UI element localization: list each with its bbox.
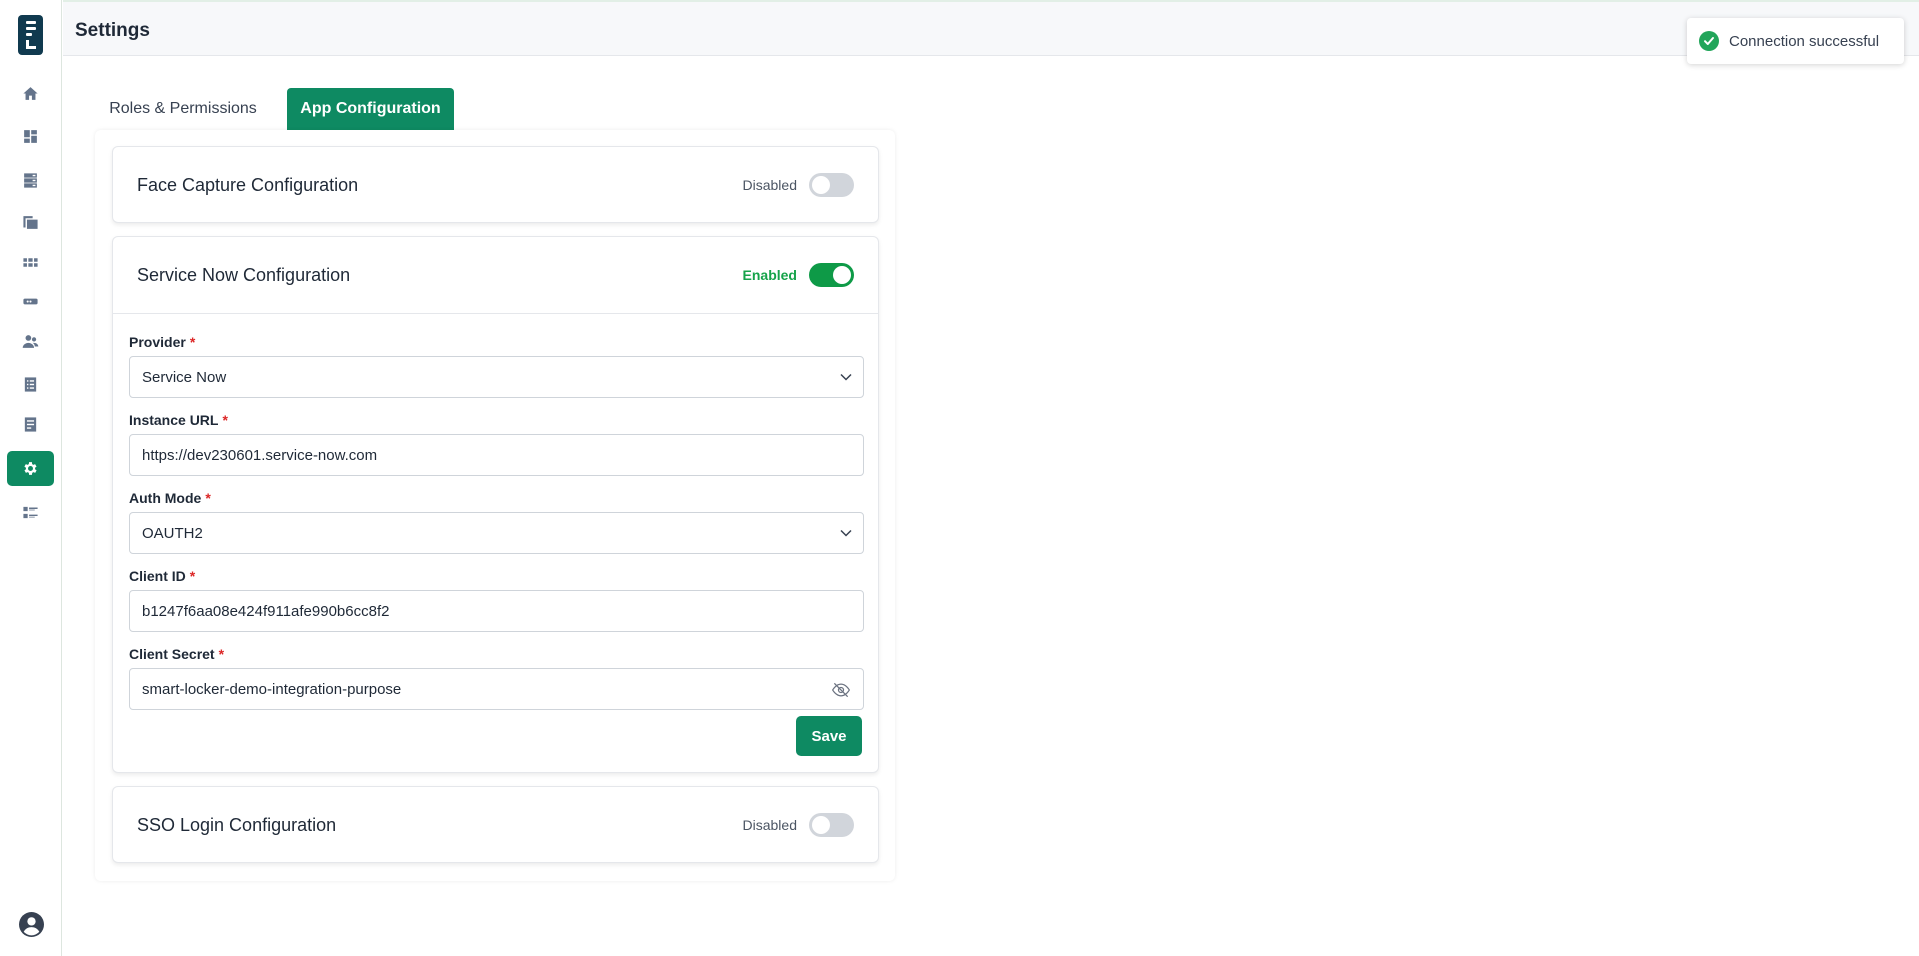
client-id-input[interactable]: b1247f6aa08e424f911afe990b6cc8f2 — [129, 590, 864, 632]
provider-value: Service Now — [142, 368, 227, 386]
provider-field: Provider * Service Now — [129, 334, 864, 398]
page-title: Settings — [75, 20, 150, 41]
client-secret-input[interactable]: smart-locker-demo-integration-purpose — [129, 668, 864, 710]
instance-url-field: Instance URL * https://dev230601.service-… — [129, 412, 864, 476]
client-secret-label: Client Secret * — [129, 646, 862, 662]
check-mark — [1704, 37, 1714, 45]
sidebar-item-grid[interactable] — [7, 245, 54, 280]
client-secret-label-text: Client Secret — [129, 646, 215, 662]
service-now-status: Enabled — [742, 267, 797, 283]
chevron-down-icon — [840, 373, 852, 381]
required-marker: * — [218, 646, 225, 662]
required-marker: * — [222, 412, 228, 428]
client-secret-value: smart-locker-demo-integration-purpose — [142, 680, 402, 698]
instance-url-label-text: Instance URL — [129, 412, 219, 428]
client-secret-field: Client Secret * smart-locker-demo-integra… — [129, 646, 864, 710]
provider-label-text: Provider — [129, 334, 186, 350]
face-capture-toggle-group: Disabled — [743, 173, 854, 197]
service-now-card: Service Now Configuration Enabled Provid… — [112, 236, 879, 773]
client-id-label: Client ID * — [129, 568, 862, 584]
sidebar-item-users[interactable] — [7, 324, 54, 359]
sidebar-item-dashboard[interactable] — [7, 119, 54, 154]
user-circle-icon — [19, 912, 44, 937]
required-marker: * — [205, 490, 211, 506]
face-capture-title: Face Capture Configuration — [137, 174, 359, 195]
sidebar — [0, 0, 62, 956]
dashboard-icon — [24, 130, 37, 143]
users-icon — [22, 335, 39, 348]
client-id-value: b1247f6aa08e424f911afe990b6cc8f2 — [142, 602, 390, 620]
service-now-toggle-group: Enabled — [743, 263, 854, 287]
tab-roles-permissions[interactable]: Roles & Permissions — [98, 88, 268, 130]
auth-mode-label: Auth Mode * — [129, 490, 862, 506]
provider-label: Provider * — [129, 334, 862, 350]
checklist-icon — [23, 506, 38, 519]
sidebar-item-checklist[interactable] — [7, 495, 54, 530]
sso-title: SSO Login Configuration — [137, 814, 337, 835]
profile-avatar[interactable] — [19, 912, 44, 937]
auth-mode-select[interactable]: OAUTH2 — [129, 512, 864, 554]
client-id-field: Client ID * b1247f6aa08e424f911afe990b6cc… — [129, 568, 864, 632]
top-header: Settings — [63, 0, 1919, 56]
face-capture-header: Face Capture Configuration Disabled — [113, 147, 878, 223]
service-now-header: Service Now Configuration Enabled — [113, 237, 878, 313]
logo-bar — [25, 21, 36, 24]
success-toast: Connection successful — [1687, 18, 1904, 64]
required-marker: * — [189, 334, 196, 350]
save-button[interactable]: Save — [796, 716, 862, 756]
auth-mode-label-text: Auth Mode — [129, 490, 202, 506]
home-icon — [23, 87, 38, 100]
face-capture-status: Disabled — [742, 177, 797, 193]
instance-url-label: Instance URL * — [129, 412, 862, 428]
instance-url-input[interactable]: https://dev230601.service-now.com — [129, 434, 864, 476]
toast-message: Connection successful — [1729, 32, 1880, 50]
sso-status: Disabled — [742, 817, 797, 833]
logo-letter — [25, 40, 36, 49]
sidebar-item-list[interactable] — [7, 367, 54, 402]
sso-toggle-group: Disabled — [743, 813, 854, 837]
grid-icon — [23, 258, 38, 267]
eye-off-icon[interactable] — [831, 680, 851, 700]
face-capture-card: Face Capture Configuration Disabled — [112, 146, 879, 223]
service-now-toggle[interactable] — [809, 263, 854, 287]
devices-icon — [23, 216, 38, 229]
check-circle-icon — [1699, 31, 1719, 51]
sidebar-item-home[interactable] — [7, 76, 54, 111]
service-now-form: Provider * Service Now Instance URL * http… — [113, 313, 878, 772]
instance-url-value: https://dev230601.service-now.com — [142, 446, 378, 464]
auth-mode-value: OAUTH2 — [142, 524, 203, 542]
logo-bar — [26, 33, 32, 36]
locker-icon — [24, 173, 37, 188]
sso-card: SSO Login Configuration Disabled — [112, 786, 879, 863]
logo-bar — [25, 27, 36, 30]
sidebar-item-reports[interactable] — [7, 407, 54, 442]
report-icon — [24, 417, 37, 432]
tab-app-configuration[interactable]: App Configuration — [287, 88, 454, 130]
face-capture-toggle[interactable] — [809, 173, 854, 197]
list-icon — [24, 377, 37, 392]
sidebar-item-cards[interactable] — [7, 284, 54, 319]
sso-toggle[interactable] — [809, 813, 854, 837]
sso-header: SSO Login Configuration Disabled — [113, 787, 878, 863]
app-logo[interactable] — [18, 15, 43, 55]
sidebar-item-devices[interactable] — [7, 205, 54, 240]
client-id-label-text: Client ID — [129, 568, 186, 584]
sidebar-item-settings[interactable] — [7, 451, 54, 486]
required-marker: * — [189, 568, 196, 584]
service-now-title: Service Now Configuration — [137, 264, 351, 285]
sidebar-item-lockers[interactable] — [7, 163, 54, 198]
chevron-down-icon — [840, 529, 852, 537]
card-icon — [23, 298, 38, 305]
gear-icon — [24, 462, 37, 475]
auth-mode-field: Auth Mode * OAUTH2 — [129, 490, 864, 554]
provider-select[interactable]: Service Now — [129, 356, 864, 398]
